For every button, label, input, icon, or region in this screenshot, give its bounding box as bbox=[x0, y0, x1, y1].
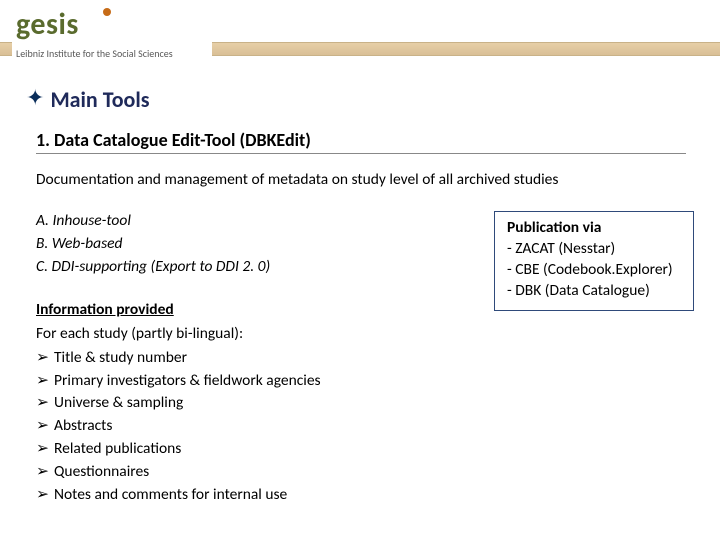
publication-heading: Publication via bbox=[507, 218, 681, 239]
arrow-icon: ➢ bbox=[36, 371, 54, 392]
list-item: ➢Notes and comments for internal use bbox=[36, 485, 470, 506]
publication-box: Publication via - ZACAT (Nesstar) - CBE … bbox=[494, 211, 694, 311]
left-column: A. Inhouse-tool B. Web-based C. DDI-supp… bbox=[36, 211, 470, 508]
slide-content: ✦ Main Tools 1. Data Catalogue Edit-Tool… bbox=[0, 68, 720, 508]
bullet-star-icon: ✦ bbox=[26, 87, 44, 109]
list-item: ➢Title & study number bbox=[36, 348, 470, 369]
list-item: ➢Universe & sampling bbox=[36, 393, 470, 414]
header: gesis Leibniz Institute for the Social S… bbox=[0, 0, 720, 68]
feature-list: A. Inhouse-tool B. Web-based C. DDI-supp… bbox=[36, 211, 470, 278]
section-description: Documentation and management of metadata… bbox=[36, 170, 694, 189]
info-heading: Information provided bbox=[36, 300, 470, 321]
info-subheading: For each study (partly bi-lingual): bbox=[36, 324, 470, 345]
feature-item: A. Inhouse-tool bbox=[36, 211, 470, 232]
info-bullets: ➢Title & study number ➢Primary investiga… bbox=[36, 348, 470, 506]
feature-item: B. Web-based bbox=[36, 234, 470, 255]
publication-line: - CBE (Codebook.Explorer) bbox=[507, 260, 681, 281]
logo: gesis bbox=[16, 6, 79, 43]
list-item: ➢Related publications bbox=[36, 439, 470, 460]
title-row: ✦ Main Tools bbox=[26, 86, 694, 113]
arrow-icon: ➢ bbox=[36, 485, 54, 506]
list-item: ➢Questionnaires bbox=[36, 462, 470, 483]
page-title: Main Tools bbox=[50, 86, 149, 113]
arrow-icon: ➢ bbox=[36, 348, 54, 369]
arrow-icon: ➢ bbox=[36, 416, 54, 437]
logo-subtitle: Leibniz Institute for the Social Science… bbox=[16, 47, 173, 60]
arrow-icon: ➢ bbox=[36, 439, 54, 460]
list-item: ➢Primary investigators & fieldwork agenc… bbox=[36, 371, 470, 392]
columns: A. Inhouse-tool B. Web-based C. DDI-supp… bbox=[36, 211, 694, 508]
logo-text: gesis bbox=[16, 6, 79, 43]
publication-line: - DBK (Data Catalogue) bbox=[507, 281, 681, 302]
section-heading: 1. Data Catalogue Edit-Tool (DBKEdit) bbox=[36, 129, 686, 154]
publication-line: - ZACAT (Nesstar) bbox=[507, 239, 681, 260]
arrow-icon: ➢ bbox=[36, 462, 54, 483]
arrow-icon: ➢ bbox=[36, 393, 54, 414]
logo-dot-icon bbox=[103, 8, 111, 16]
feature-item: C. DDI-supporting (Export to DDI 2. 0) bbox=[36, 257, 470, 278]
list-item: ➢Abstracts bbox=[36, 416, 470, 437]
